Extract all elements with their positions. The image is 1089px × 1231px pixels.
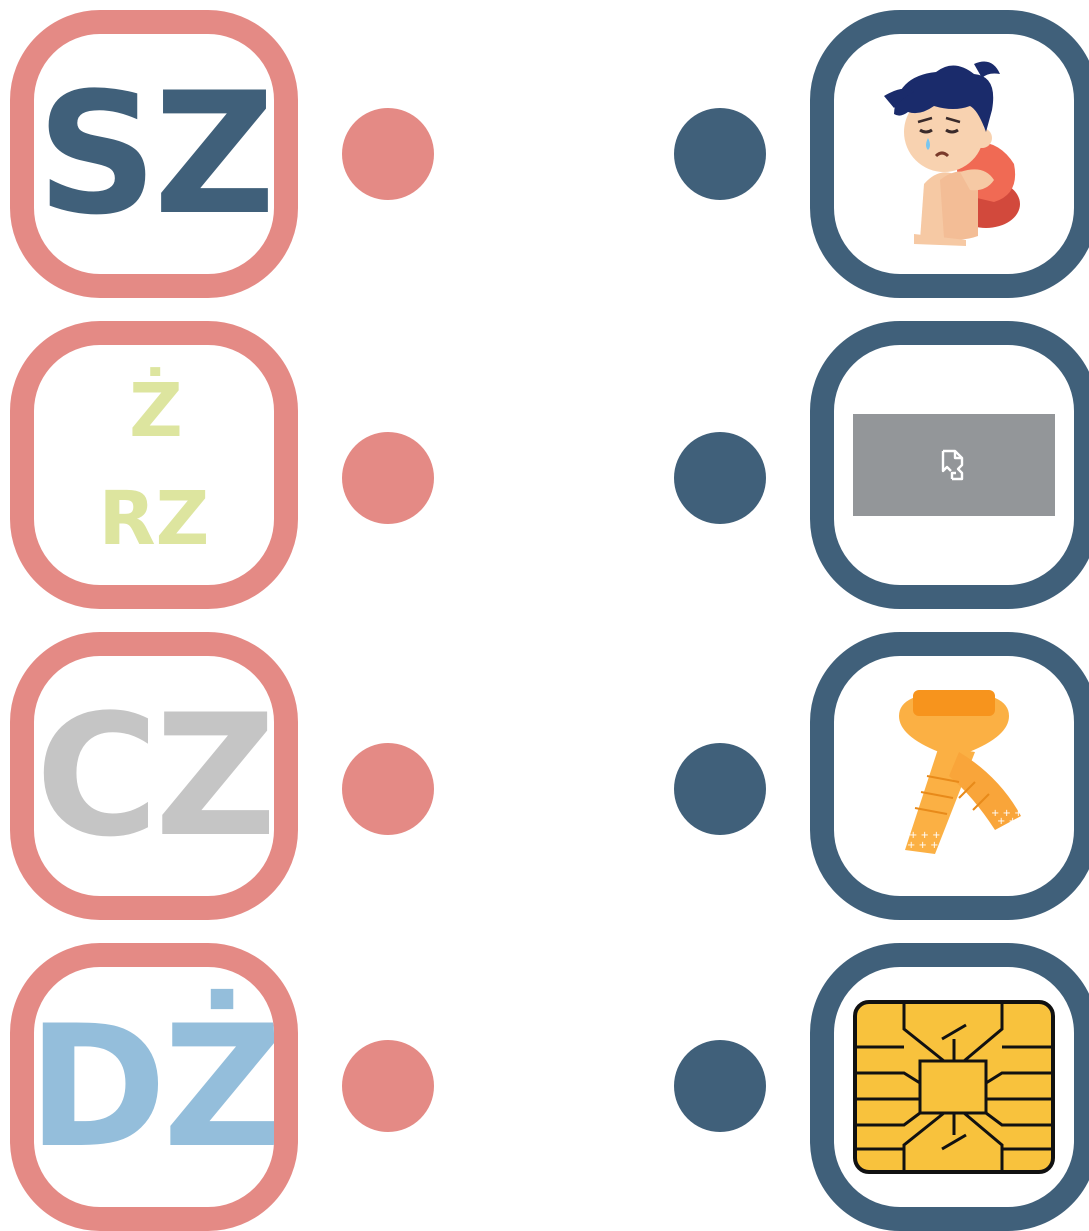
letter-card-sz[interactable]: SZ [10,10,298,298]
letter-label-z: Ż [129,368,183,454]
letter-card-cz[interactable]: CZ [10,632,298,920]
image-placeholder [853,414,1055,516]
letter-label-dz: DŻ [27,989,281,1185]
connector-dot-right-2[interactable] [674,432,766,524]
connector-dot-left-4[interactable] [342,1040,434,1132]
sad-boy-icon [884,61,1020,246]
letter-card-dz[interactable]: DŻ [10,943,298,1231]
connector-dot-right-3[interactable] [674,743,766,835]
svg-text:+ + + +: + + + + [907,840,950,851]
connector-dot-left-1[interactable] [342,108,434,200]
letter-card-z-rz[interactable]: Ż RZ [10,321,298,609]
connector-dot-left-3[interactable] [342,743,434,835]
picture-card-sad-boy[interactable] [810,10,1089,298]
sim-chip-icon [853,1000,1055,1174]
letter-label-sz: SZ [36,56,274,252]
svg-text:+ + +: + + + [997,816,1029,827]
picture-card-missing-image[interactable] [810,321,1089,609]
letter-label-z-rz: Ż RZ [99,374,210,556]
connector-dot-right-1[interactable] [674,108,766,200]
picture-card-sim-chip[interactable] [810,943,1089,1231]
letter-label-cz: CZ [35,678,274,874]
connector-dot-right-4[interactable] [674,1040,766,1132]
letter-label-rz: RZ [98,476,210,562]
broken-image-icon [941,449,964,481]
picture-card-scarf[interactable]: + + + + + + + + + + + + + + [810,632,1089,920]
scarf-icon: + + + + + + + + + + + + + + [899,690,1029,854]
connector-dot-left-2[interactable] [342,432,434,524]
